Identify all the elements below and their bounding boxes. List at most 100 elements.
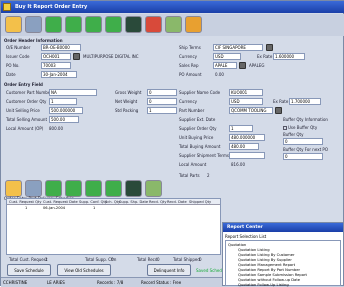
forward-icon[interactable]	[105, 16, 122, 33]
ex-rate-field[interactable]: 1.600000	[273, 53, 305, 60]
checkbox-icon[interactable]	[283, 126, 287, 130]
ship-terms-field[interactable]: CIF SINGAPORE	[213, 44, 263, 51]
unit-buying-price-label: Unit Buying Price	[179, 135, 214, 140]
ship-terms-label: Ship Terms	[179, 45, 201, 50]
back-icon[interactable]	[45, 16, 62, 33]
report-item[interactable]: Quotation Follow-Up Listing	[238, 283, 289, 287]
total-shipped-value: 0	[199, 257, 202, 262]
save-schedule-button[interactable]: Save Schedule	[7, 264, 51, 276]
bottle-icon[interactable]	[125, 16, 142, 33]
po-no-label: PO No.	[6, 63, 20, 68]
part-number-field[interactable]: QCOMM TOOLING	[229, 107, 273, 114]
tools-icon-2[interactable]	[25, 180, 42, 197]
buffer-qty-field[interactable]: 0	[283, 138, 323, 145]
folder-open-icon[interactable]	[5, 16, 22, 33]
unit-selling-price-label: Unit Selling Price	[6, 108, 40, 113]
po-no-field[interactable]: 70003	[41, 62, 71, 69]
sales-rep-lookup-icon[interactable]	[239, 62, 246, 69]
report-item[interactable]: Quotation without Follow-up Date	[238, 278, 300, 282]
issuer-code-field[interactable]: OCH001	[41, 53, 71, 60]
report-item[interactable]: Quotation Management Report	[238, 263, 295, 267]
cell-cust-request-qty[interactable]: 1	[25, 206, 27, 211]
customer-part-field[interactable]: NA	[49, 89, 97, 96]
tools-icon[interactable]	[25, 16, 42, 33]
gross-weight-field[interactable]: 0	[147, 89, 177, 96]
supplier-order-qty-field[interactable]: 1	[229, 125, 253, 132]
sales-rep-name: APALEG	[249, 63, 265, 68]
customer-part-label: Customer Part Number	[6, 90, 52, 95]
part-number-lookup-icon[interactable]	[275, 107, 282, 114]
new-window-icon[interactable]	[165, 16, 182, 33]
supplier-shipment-terms-label: Supplier Shipment Terms	[179, 153, 229, 158]
report-tree[interactable]: Quotation Quotation Listing Quotation Li…	[225, 240, 341, 287]
next-icon[interactable]	[85, 16, 102, 33]
sales-rep-field[interactable]: APALE	[213, 62, 237, 69]
exit-icon[interactable]	[185, 16, 202, 33]
report-center-window[interactable]: Report Center Report Selection List Quot…	[222, 222, 344, 287]
title-bar: Buy It Report Order Entry	[1, 1, 344, 13]
app-icon	[3, 3, 11, 11]
local-amount-value: 800.00	[49, 126, 63, 131]
ex-rate2-label: Ex Rate	[273, 99, 289, 104]
report-item[interactable]: Quotation Report By Part Number	[238, 268, 300, 272]
prev-icon-2[interactable]	[65, 180, 82, 197]
gross-weight-label: Gross Weight	[115, 90, 142, 95]
date-field[interactable]: 30-Jan-2004	[41, 71, 77, 78]
supplier-name-code-field[interactable]: KUO001	[229, 89, 263, 96]
col-sch-qty: Sch. Qty	[105, 200, 121, 204]
ship-terms-lookup-icon[interactable]	[266, 44, 273, 51]
buffer-qty-next-label: Buffer Qty For next PO	[283, 147, 328, 152]
delinquent-info-button[interactable]: Delinquent Info	[147, 264, 191, 276]
report-item[interactable]: Quotation Sample Submission Report	[238, 273, 307, 277]
report-item[interactable]: Quotation Listing By Customer	[238, 253, 295, 257]
unit-selling-price-field[interactable]: 500.000000	[49, 107, 83, 114]
currency2-label: Currency	[179, 99, 198, 104]
date-label: Date	[6, 72, 16, 77]
supplier-shipment-terms-field[interactable]	[229, 152, 265, 159]
supplier-ext-date-label: Supplier Ext. Date	[179, 117, 216, 122]
folder-icon[interactable]	[5, 180, 22, 197]
report-item[interactable]: Quotation Listing By Supplier	[238, 258, 292, 262]
po-amount-value: 0.00	[215, 72, 224, 77]
cell-cust-request-date[interactable]: 06-Jan-2004	[43, 206, 65, 211]
use-buffer-checkbox[interactable]: Use Buffer Qty	[283, 125, 317, 130]
prev-icon[interactable]	[65, 16, 82, 33]
customer-order-qty-field[interactable]: 1	[49, 98, 77, 105]
delete-icon[interactable]	[145, 16, 162, 33]
toolbar	[1, 14, 344, 36]
currency2-field[interactable]: USD	[229, 98, 263, 105]
back-icon-2[interactable]	[45, 180, 62, 197]
use-buffer-label: Use Buffer Qty	[288, 125, 318, 130]
report-item-quotation[interactable]: Quotation	[228, 243, 246, 247]
report-item[interactable]: Quotation Listing	[238, 248, 270, 252]
buffer-title: Buffer Qty Information	[283, 117, 328, 122]
total-selling-amount-field: 500.00	[49, 116, 79, 123]
view-old-schedules-button[interactable]: View Old Schedules	[57, 264, 111, 276]
std-packing-label: Std Packing	[115, 108, 139, 113]
supplier-name-code-label: Supplier Name Code	[179, 90, 221, 95]
window-title: Buy It Report Order Entry	[15, 4, 88, 10]
next-icon-2[interactable]	[85, 180, 102, 197]
bottle-icon-2[interactable]	[125, 180, 142, 197]
buffer-qty-next-field[interactable]: 0	[283, 153, 323, 160]
schedule-grid[interactable]: Cust. Request Qty Cust. Request Date Sup…	[6, 198, 221, 255]
issuer-lookup-icon[interactable]	[73, 53, 80, 60]
local-amount2-value: 816.00	[231, 162, 245, 167]
part-number-label: Part Number	[179, 108, 205, 113]
net-weight-label: Net Weight	[115, 99, 138, 104]
oe-number-field[interactable]: BR-OE-B0000	[41, 44, 81, 51]
oe-number-label: O/E Number	[6, 45, 31, 50]
currency-field[interactable]: USD	[213, 53, 241, 60]
grid-header: Cust. Request Qty Cust. Request Date Sup…	[7, 199, 220, 205]
ex-rate2-field[interactable]: 1.700000	[289, 98, 321, 105]
save-icon[interactable]	[145, 180, 162, 197]
forward-icon-2[interactable]	[105, 180, 122, 197]
net-weight-field[interactable]: 0	[147, 98, 177, 105]
std-packing-field[interactable]: 1	[147, 107, 177, 114]
unit-buying-price-field[interactable]: 480.000000	[229, 134, 265, 141]
total-selling-amount-label: Total Selling Amount	[6, 117, 48, 122]
entry-section-title: Order Entry Field	[4, 82, 43, 87]
total-recd-label: Total Recd.	[137, 257, 159, 262]
header-section-title: Order Header Information	[4, 38, 63, 43]
cell-supp-conf-qty[interactable]: 1	[93, 206, 95, 211]
